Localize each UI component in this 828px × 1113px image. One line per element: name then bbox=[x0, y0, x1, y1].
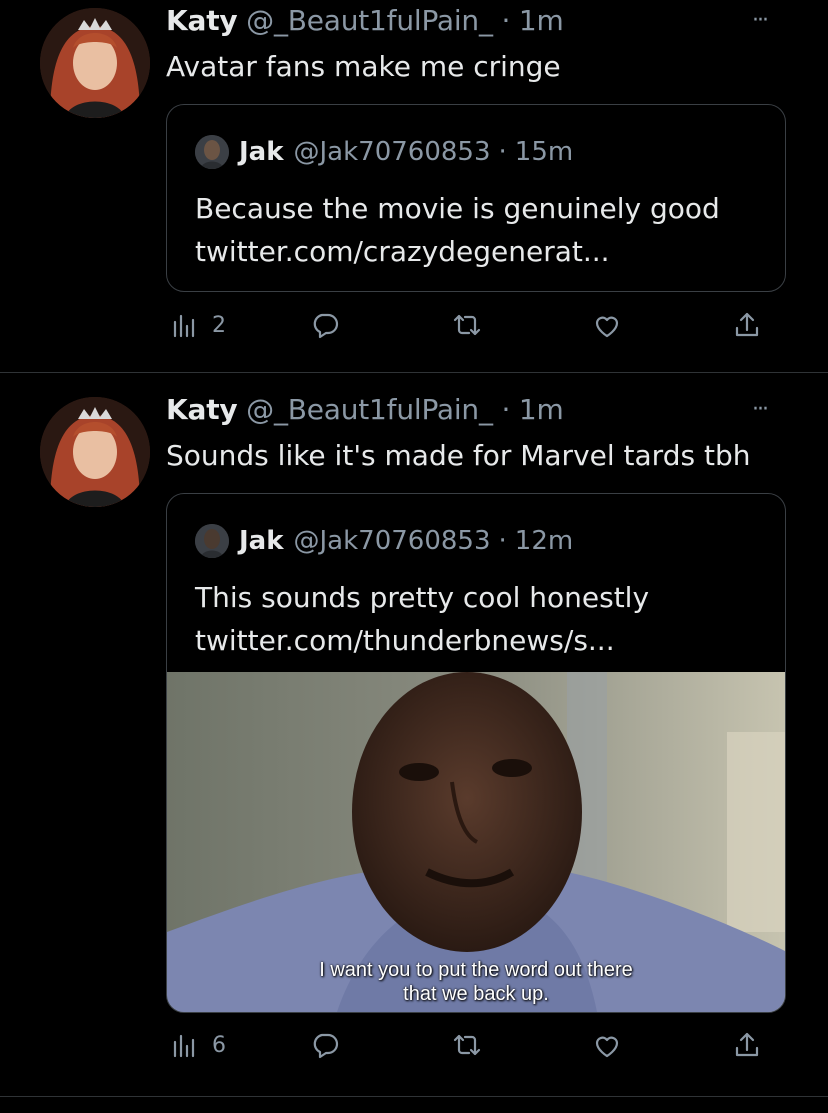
quoted-link[interactable]: twitter.com/thunderbnews/s... bbox=[195, 619, 649, 662]
quoted-timestamp: 12m bbox=[514, 526, 574, 556]
caption-line: I want you to put the word out there bbox=[319, 959, 633, 981]
quoted-text: Because the movie is genuinely good twit… bbox=[195, 187, 720, 273]
share-button[interactable] bbox=[732, 310, 762, 340]
reply-button[interactable] bbox=[310, 310, 340, 340]
quoted-tweet-header: Jak @Jak70760853 · 12m bbox=[195, 524, 573, 558]
views-icon bbox=[173, 1034, 195, 1058]
tweet-header: Katy @_Beaut1fulPain_ · 1m bbox=[166, 393, 564, 426]
tweet-actions: 6 bbox=[166, 1030, 786, 1070]
reply-icon bbox=[313, 1033, 339, 1059]
share-icon bbox=[735, 312, 759, 337]
display-name[interactable]: Katy bbox=[166, 4, 238, 37]
views-count: 2 bbox=[212, 312, 226, 338]
tweet-text: Avatar fans make me cringe bbox=[166, 50, 561, 83]
quoted-avatar bbox=[195, 135, 229, 169]
like-button[interactable] bbox=[592, 310, 622, 340]
reply-button[interactable] bbox=[310, 1030, 340, 1060]
quoted-tweet[interactable]: Jak @Jak70760853 · 12m This sounds prett… bbox=[166, 493, 786, 1013]
tweet-header: Katy @_Beaut1fulPain_ · 1m bbox=[166, 4, 564, 37]
display-name[interactable]: Katy bbox=[166, 393, 238, 426]
avatar[interactable] bbox=[40, 397, 150, 507]
tweet-actions: 2 bbox=[166, 310, 786, 350]
user-handle[interactable]: @_Beaut1fulPain_ bbox=[246, 393, 493, 426]
quoted-display-name: Jak bbox=[239, 137, 284, 167]
views-button[interactable]: 2 bbox=[170, 310, 226, 340]
retweet-icon bbox=[453, 1034, 481, 1056]
quoted-timestamp: 15m bbox=[514, 137, 574, 167]
views-button[interactable]: 6 bbox=[170, 1030, 226, 1060]
avatar[interactable] bbox=[40, 8, 150, 118]
timestamp[interactable]: 1m bbox=[519, 4, 564, 37]
separator-dot: · bbox=[498, 137, 507, 167]
divider bbox=[0, 1096, 828, 1097]
like-icon bbox=[595, 316, 619, 338]
separator-dot: · bbox=[501, 4, 511, 37]
reply-icon bbox=[313, 313, 339, 339]
quoted-text: This sounds pretty cool honestly twitter… bbox=[195, 576, 649, 662]
like-button[interactable] bbox=[592, 1030, 622, 1060]
quoted-avatar bbox=[195, 524, 229, 558]
views-icon bbox=[173, 314, 195, 338]
quoted-display-name: Jak bbox=[239, 526, 284, 556]
quoted-text-line: This sounds pretty cool honestly bbox=[195, 581, 650, 614]
tweet[interactable]: Katy @_Beaut1fulPain_ · 1m ··· Avatar fa… bbox=[0, 0, 828, 372]
user-handle[interactable]: @_Beaut1fulPain_ bbox=[246, 4, 493, 37]
retweet-button[interactable] bbox=[452, 310, 482, 340]
more-options-icon[interactable]: ··· bbox=[752, 397, 769, 422]
share-button[interactable] bbox=[732, 1030, 762, 1060]
tweet-text: Sounds like it's made for Marvel tards t… bbox=[166, 439, 751, 472]
retweet-icon bbox=[453, 314, 481, 336]
caption-line: that we back up. bbox=[403, 983, 549, 1005]
like-icon bbox=[595, 1036, 619, 1058]
separator-dot: · bbox=[498, 526, 507, 556]
retweet-button[interactable] bbox=[452, 1030, 482, 1060]
quoted-tweet[interactable]: Jak @Jak70760853 · 15m Because the movie… bbox=[166, 104, 786, 292]
quoted-tweet-header: Jak @Jak70760853 · 15m bbox=[195, 135, 573, 169]
timestamp[interactable]: 1m bbox=[519, 393, 564, 426]
quoted-handle: @Jak70760853 bbox=[293, 526, 491, 556]
media-caption: I want you to put the word out there tha… bbox=[167, 958, 785, 1006]
separator-dot: · bbox=[501, 393, 511, 426]
share-icon bbox=[735, 1032, 759, 1057]
quoted-link[interactable]: twitter.com/crazydegenerat... bbox=[195, 230, 720, 273]
views-count: 6 bbox=[212, 1032, 226, 1058]
quoted-handle: @Jak70760853 bbox=[293, 137, 491, 167]
more-options-icon[interactable]: ··· bbox=[752, 8, 769, 33]
tweet[interactable]: Katy @_Beaut1fulPain_ · 1m ··· Sounds li… bbox=[0, 373, 828, 1073]
quoted-text-line: Because the movie is genuinely good bbox=[195, 192, 720, 225]
quoted-media-image[interactable]: I want you to put the word out there tha… bbox=[167, 672, 785, 1012]
